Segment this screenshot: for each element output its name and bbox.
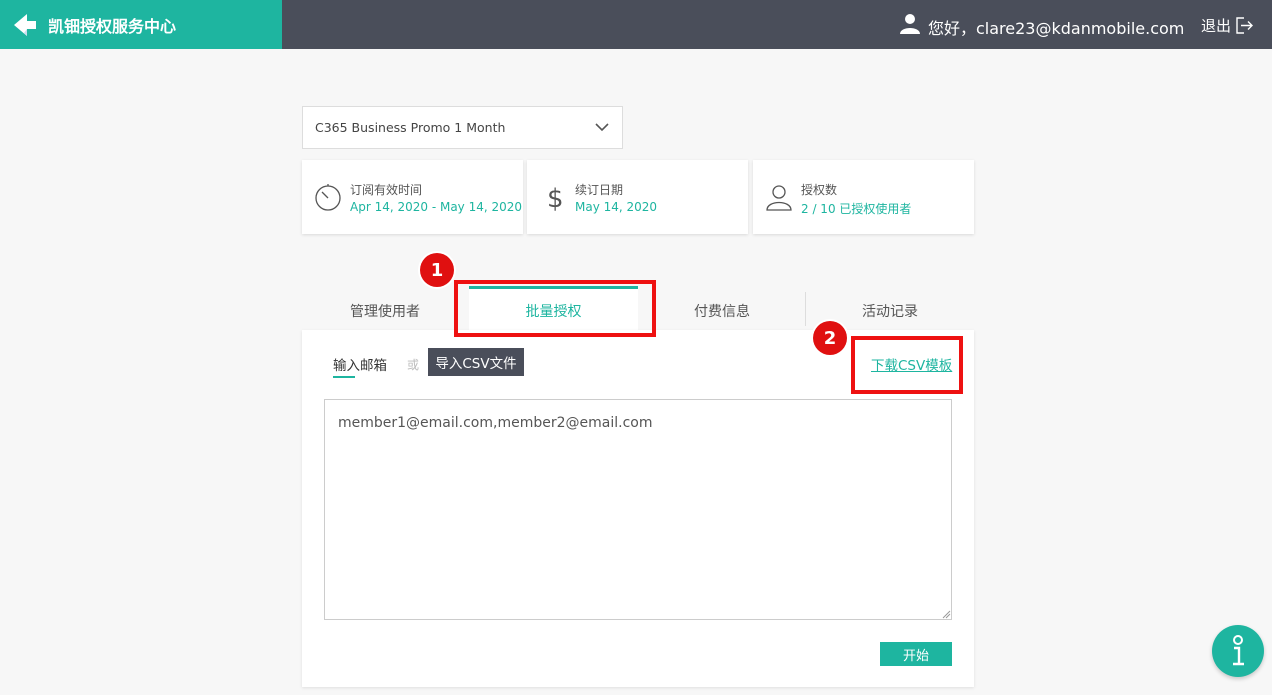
svg-text:$: $ bbox=[547, 184, 564, 212]
card-label: 授权数 bbox=[801, 183, 838, 197]
import-csv-button[interactable]: 导入CSV文件 bbox=[428, 348, 524, 376]
highlight-box-1 bbox=[454, 280, 656, 337]
tab-billing-info[interactable]: 付费信息 bbox=[694, 301, 750, 321]
logout-button[interactable]: 退出 bbox=[1201, 15, 1254, 36]
top-bar: 您好，clare23@kdanmobile.com 退出 bbox=[282, 0, 1272, 49]
dollar-icon: $ bbox=[547, 184, 564, 212]
product-select-value: C365 Business Promo 1 Month bbox=[315, 120, 506, 135]
kdan-logo-icon bbox=[14, 13, 36, 36]
license-count-card: 授权数 2 / 10 已授权使用者 bbox=[753, 160, 974, 234]
highlight-box-2 bbox=[851, 336, 963, 394]
card-label: 订阅有效时间 bbox=[350, 183, 423, 197]
active-subtab-indicator bbox=[333, 376, 355, 378]
card-value: 2 / 10 已授权使用者 bbox=[801, 202, 912, 216]
user-icon bbox=[900, 14, 920, 34]
renewal-date-card: $ 续订日期 May 14, 2020 bbox=[527, 160, 748, 234]
brand-bar: 凯钿授权服务中心 bbox=[0, 0, 282, 49]
tab-manage-users[interactable]: 管理使用者 bbox=[350, 301, 420, 321]
logout-icon bbox=[1236, 17, 1254, 34]
card-label: 续订日期 bbox=[575, 183, 624, 197]
help-button[interactable] bbox=[1212, 625, 1264, 677]
or-separator: 或 bbox=[407, 358, 420, 372]
annotation-badge-1: 1 bbox=[420, 253, 454, 287]
user-greeting: 您好，clare23@kdanmobile.com bbox=[928, 19, 1185, 38]
card-value: May 14, 2020 bbox=[575, 200, 658, 214]
brand-title: 凯钿授权服务中心 bbox=[48, 16, 177, 36]
subscription-period-card: 订阅有效时间 Apr 14, 2020 - May 14, 2020 bbox=[302, 160, 523, 234]
start-button[interactable]: 开始 bbox=[880, 642, 952, 666]
info-icon bbox=[1233, 635, 1244, 666]
annotation-badge-2: 2 bbox=[813, 321, 847, 355]
logout-label: 退出 bbox=[1201, 17, 1232, 35]
timer-icon bbox=[315, 184, 341, 211]
user-icon bbox=[766, 185, 792, 211]
tab-activity-log[interactable]: 活动记录 bbox=[862, 301, 918, 321]
card-value: Apr 14, 2020 - May 14, 2020 bbox=[350, 200, 523, 214]
import-csv-label: 导入CSV文件 bbox=[435, 356, 517, 372]
email-list-textarea[interactable]: member1@email.com,member2@email.com bbox=[324, 399, 952, 620]
product-select[interactable]: C365 Business Promo 1 Month bbox=[302, 106, 623, 149]
tab-enter-emails[interactable]: 输入邮箱 bbox=[333, 354, 387, 374]
chevron-down-icon bbox=[595, 123, 609, 132]
email-list-value: member1@email.com,member2@email.com bbox=[338, 415, 653, 431]
resize-grip-icon[interactable] bbox=[942, 610, 951, 619]
tab-divider bbox=[805, 292, 806, 326]
start-label: 开始 bbox=[902, 648, 929, 664]
